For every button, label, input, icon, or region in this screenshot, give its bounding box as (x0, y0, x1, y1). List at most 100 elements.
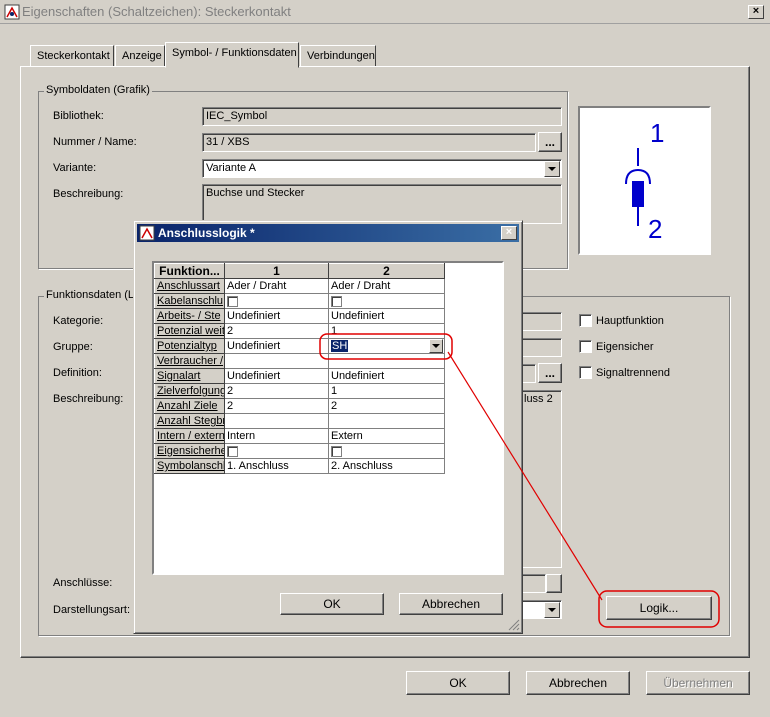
eigensicher-label: Eigensicher (596, 341, 654, 353)
dialog-cancel-button[interactable]: Abbrechen (399, 593, 503, 615)
cell-2[interactable]: Undefiniert (328, 308, 445, 324)
hauptfunktion-checkbox[interactable] (579, 314, 592, 327)
header-col-1: 1 (224, 263, 329, 279)
close-button[interactable]: × (748, 5, 764, 19)
dialog-title-bar: Anschlusslogik * × (137, 224, 519, 242)
cell-2[interactable]: 2 (328, 398, 445, 414)
chevron-down-icon (432, 344, 440, 348)
variante-select[interactable]: Variante A (202, 159, 562, 178)
header-funktion: Funktion... (154, 263, 225, 279)
logic-table: Funktion... 1 2 Anschlussart Ader / Draht… (154, 263, 445, 474)
logic-grid: Funktion... 1 2 Anschlussart Ader / Draht… (152, 261, 504, 575)
funktion-beschreibung-field: luss 2 (520, 390, 562, 568)
row-label: Kabelanschlu (154, 293, 225, 309)
cell-1[interactable]: Intern (224, 428, 329, 444)
dialog-close-button[interactable]: × (501, 226, 517, 240)
cell-checkbox[interactable] (227, 445, 238, 457)
cell-2[interactable] (328, 293, 445, 309)
cancel-button[interactable]: Abbrechen (526, 671, 630, 695)
gruppe-field (520, 338, 562, 357)
table-row: Arbeits- / Ste Undefiniert Undefiniert (154, 308, 445, 324)
cell-1[interactable]: Undefiniert (224, 368, 329, 384)
definition-browse-button[interactable]: ... (538, 363, 562, 383)
anschluesse-field[interactable] (520, 574, 546, 593)
cell-1[interactable]: 2 (224, 398, 329, 414)
row-label: Symbolanschl (154, 458, 225, 474)
cell-2[interactable]: SH (328, 338, 445, 354)
signaltrennend-checkbox[interactable] (579, 366, 592, 379)
pin-label-2: 2 (648, 214, 663, 244)
dialog-title: Anschlusslogik * (158, 226, 255, 240)
variante-label: Variante: (53, 162, 97, 174)
row-label: Anzahl Stegbr (154, 413, 225, 429)
funktionsdaten-legend: Funktionsdaten (L (44, 289, 137, 301)
definition-label: Definition: (53, 367, 102, 379)
cell-1[interactable]: 1. Anschluss (224, 458, 329, 474)
table-row: Symbolanschl 1. Anschluss 2. Anschluss (154, 458, 445, 474)
cell-2[interactable]: 2. Anschluss (328, 458, 445, 474)
pin-label-1: 1 (650, 118, 665, 148)
kategorie-field (520, 312, 562, 331)
cell-2[interactable]: 1 (328, 323, 445, 339)
table-row: Signalart Undefiniert Undefiniert (154, 368, 445, 384)
cell-checkbox[interactable] (331, 445, 342, 457)
cell-2[interactable]: 1 (328, 383, 445, 399)
row-label: Signalart (154, 368, 225, 384)
cell-1[interactable] (224, 293, 329, 309)
anschluesse-spinner[interactable] (546, 574, 562, 593)
tab-anzeige[interactable]: Anzeige (115, 45, 165, 67)
cell-1[interactable]: Undefiniert (224, 308, 329, 324)
row-label: Verbraucher / (154, 353, 225, 369)
row-label: Potenzialtyp (154, 338, 225, 354)
plug-symbol-icon (625, 148, 651, 226)
nummer-label: Nummer / Name: (53, 136, 137, 148)
logik-button[interactable]: Logik... (606, 596, 712, 620)
tab-steckerkontakt[interactable]: Steckerkontakt (30, 45, 114, 67)
cell-1[interactable]: Ader / Draht (224, 278, 329, 294)
cell-1[interactable]: Undefiniert (224, 338, 329, 354)
chevron-down-icon (548, 608, 556, 612)
beschreibung-field: Buchse und Stecker (202, 184, 562, 224)
dialog-ok-button[interactable]: OK (280, 593, 384, 615)
cell-1[interactable] (224, 443, 329, 459)
table-row: Potenzialtyp Undefiniert SH (154, 338, 445, 354)
table-row: Anzahl Ziele 2 2 (154, 398, 445, 414)
cell-2[interactable]: Undefiniert (328, 368, 445, 384)
table-row: Intern / extern Intern Extern (154, 428, 445, 444)
apply-button[interactable]: Übernehmen (646, 671, 750, 695)
table-header-row: Funktion... 1 2 (154, 263, 445, 279)
tab-verbindungen[interactable]: Verbindungen (300, 45, 376, 67)
cell-2[interactable]: Extern (328, 428, 445, 444)
resize-grip-icon[interactable] (508, 619, 520, 631)
cell-2[interactable] (328, 413, 445, 429)
cell-2[interactable] (328, 353, 445, 369)
cell-2[interactable]: Ader / Draht (328, 278, 445, 294)
header-col-2: 2 (328, 263, 445, 279)
nummer-browse-button[interactable]: ... (538, 132, 562, 152)
anschluesse-label: Anschlüsse: (53, 577, 113, 589)
cell-checkbox[interactable] (331, 295, 342, 307)
variante-dropdown-button[interactable] (544, 161, 560, 177)
table-row: Zielverfolgung 2 1 (154, 383, 445, 399)
beschreibung-label: Beschreibung: (53, 188, 124, 200)
darstellungsart-dropdown-button[interactable] (544, 602, 560, 618)
table-row: Kabelanschlu (154, 293, 445, 309)
app-icon (139, 225, 155, 241)
cell-1[interactable]: 2 (224, 323, 329, 339)
row-label: Arbeits- / Ste (154, 308, 225, 324)
row-label: Intern / extern (154, 428, 225, 444)
darstellungsart-label: Darstellungsart: (53, 604, 131, 616)
app-icon (4, 4, 20, 20)
cell-1[interactable] (224, 353, 329, 369)
cell-1[interactable] (224, 413, 329, 429)
potenzialtyp-dropdown-button[interactable] (429, 339, 443, 353)
cell-2[interactable] (328, 443, 445, 459)
table-row: Verbraucher / (154, 353, 445, 369)
cell-1[interactable]: 2 (224, 383, 329, 399)
tab-symbol-funktionsdaten[interactable]: Symbol- / Funktionsdaten (165, 42, 299, 68)
table-row: Potenzial weit 2 1 (154, 323, 445, 339)
eigensicher-checkbox[interactable] (579, 340, 592, 353)
ok-button[interactable]: OK (406, 671, 510, 695)
cell-checkbox[interactable] (227, 295, 238, 307)
potenzialtyp-selected-value: SH (331, 340, 349, 352)
